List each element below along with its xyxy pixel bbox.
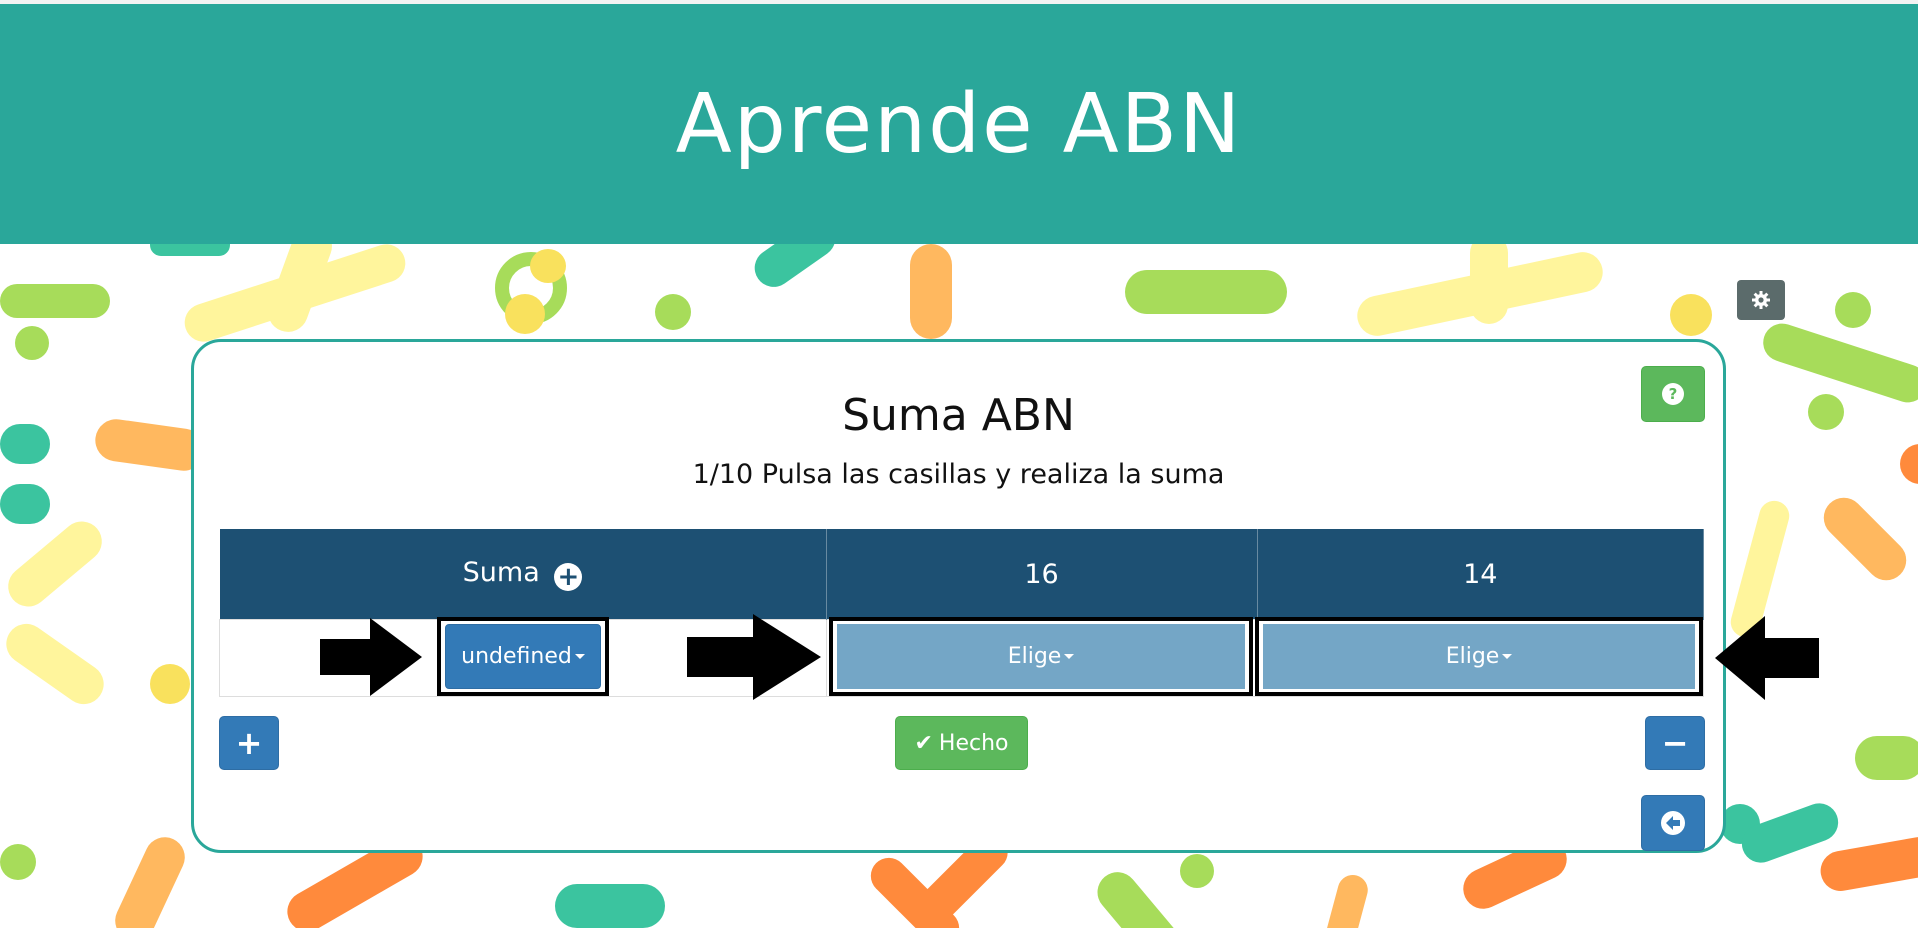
exercise-card: Suma ABN 1/10 Pulsa las casillas y reali…	[191, 339, 1819, 853]
caret-down-icon	[574, 654, 585, 659]
site-title: Aprende ABN	[675, 76, 1243, 172]
arrow-left-icon	[1715, 616, 1819, 700]
check-icon: ✔	[914, 730, 933, 756]
arrow-right-icon	[687, 614, 821, 700]
dropdown-number-1-frame: Elige	[829, 617, 1253, 696]
done-label: Hecho	[938, 730, 1009, 756]
exercise-title: Suma ABN	[842, 390, 1075, 441]
header-number-1: 16	[826, 529, 1258, 620]
arrow-circle-left-icon	[1661, 811, 1685, 835]
exercise-instructions: 1/10 Pulsa las casillas y realiza la sum…	[692, 459, 1225, 490]
dropdown-number-2[interactable]: Elige	[1263, 624, 1695, 689]
arrow-right-icon	[320, 618, 422, 696]
svg-text:?: ?	[1669, 385, 1678, 403]
plus-circle-icon[interactable]: +	[554, 563, 583, 591]
remove-row-button[interactable]: −	[1645, 716, 1705, 770]
dropdown-suma[interactable]: undefined	[445, 624, 601, 689]
question-circle-icon: ?	[1662, 383, 1684, 405]
site-header: Aprende ABN	[0, 4, 1918, 244]
dropdown-number-1[interactable]: Elige	[837, 624, 1245, 689]
gear-icon	[1752, 291, 1770, 309]
table-header-row: Suma + 16 14	[219, 529, 1704, 620]
dropdown-number-2-value: Elige	[1445, 644, 1500, 669]
dropdown-number-1-value: Elige	[1007, 644, 1062, 669]
header-suma-label: Suma	[462, 557, 540, 588]
done-button[interactable]: ✔ Hecho	[895, 716, 1028, 770]
dropdown-suma-value: undefined	[461, 644, 572, 669]
add-row-button[interactable]: +	[219, 716, 279, 770]
back-button[interactable]	[1641, 795, 1705, 851]
settings-button[interactable]	[1737, 280, 1785, 320]
caret-down-icon	[1064, 654, 1075, 659]
caret-down-icon	[1502, 654, 1513, 659]
help-button[interactable]: ?	[1641, 366, 1705, 422]
dropdown-suma-frame: undefined	[437, 617, 609, 696]
header-suma: Suma +	[219, 529, 827, 620]
dropdown-number-2-frame: Elige	[1255, 617, 1703, 696]
header-number-2: 14	[1257, 529, 1704, 620]
